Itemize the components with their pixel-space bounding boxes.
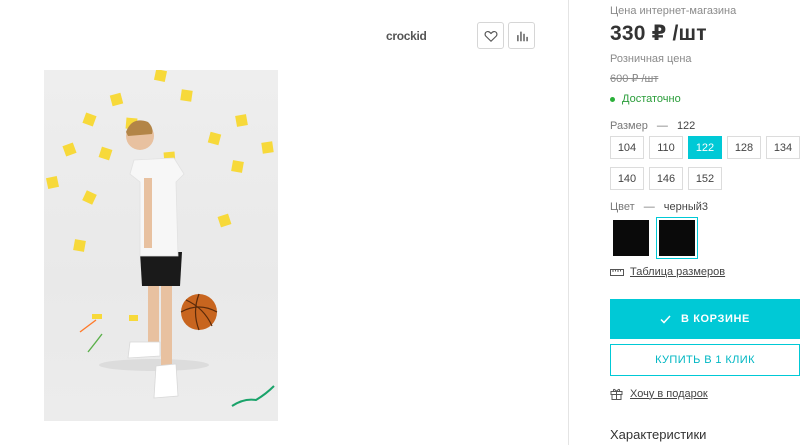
size-option[interactable]: 110 bbox=[649, 136, 683, 159]
panel-divider bbox=[568, 0, 569, 445]
swatch-fill bbox=[613, 220, 649, 256]
color-label: Цвет bbox=[610, 201, 635, 213]
retail-price-label: Розничная цена bbox=[610, 53, 692, 65]
characteristics-heading[interactable]: Характеристики bbox=[610, 427, 706, 442]
product-photo[interactable] bbox=[44, 70, 278, 421]
size-table-link[interactable]: Таблица размеров bbox=[610, 266, 725, 278]
in-stock-dot-icon bbox=[610, 96, 615, 102]
product-illustration bbox=[79, 120, 275, 407]
selected-size: 122 bbox=[676, 120, 696, 132]
color-separator: — bbox=[643, 201, 655, 213]
availability-status: Достаточно bbox=[610, 93, 681, 105]
color-swatch-selected[interactable] bbox=[656, 217, 698, 259]
heart-icon bbox=[484, 30, 497, 42]
favorite-button[interactable] bbox=[477, 22, 504, 49]
online-price: 330 ₽ /шт bbox=[610, 22, 707, 45]
retail-price: 600 ₽ /шт bbox=[610, 73, 659, 85]
availability-text: Достаточно bbox=[622, 93, 681, 105]
size-option[interactable]: 140 bbox=[610, 167, 644, 190]
color-swatch[interactable] bbox=[610, 217, 652, 259]
size-option[interactable]: 152 bbox=[688, 167, 722, 190]
buy-one-click-label: КУПИТЬ В 1 КЛИК bbox=[655, 354, 755, 366]
product-gallery: crockid bbox=[0, 0, 568, 445]
compare-button[interactable] bbox=[508, 22, 535, 49]
add-to-cart-label: В КОРЗИНЕ bbox=[681, 313, 750, 325]
swatch-fill bbox=[659, 220, 695, 256]
brand-logo: crockid bbox=[386, 29, 427, 43]
gift-wish-link[interactable]: Хочу в подарок bbox=[610, 387, 708, 400]
selected-color: черный3 bbox=[663, 201, 708, 213]
buy-one-click-button[interactable]: КУПИТЬ В 1 КЛИК bbox=[610, 344, 800, 376]
size-table-label: Таблица размеров bbox=[630, 266, 726, 278]
size-option[interactable]: 104 bbox=[610, 136, 644, 159]
add-to-cart-button[interactable]: В КОРЗИНЕ bbox=[610, 299, 800, 339]
size-label-row: Размер — 122 bbox=[610, 120, 695, 132]
online-price-label: Цена интернет-магазина bbox=[610, 5, 737, 17]
size-label: Размер bbox=[610, 120, 648, 132]
bar-chart-icon bbox=[516, 31, 528, 41]
check-icon bbox=[660, 314, 671, 324]
product-purchase-panel: Цена интернет-магазина 330 ₽ /шт Розничн… bbox=[610, 0, 800, 445]
size-option-selected[interactable]: 122 bbox=[688, 136, 722, 159]
gift-wish-label: Хочу в подарок bbox=[630, 387, 708, 400]
size-option[interactable]: 134 bbox=[766, 136, 800, 159]
size-separator: — bbox=[656, 120, 668, 132]
ruler-icon bbox=[610, 269, 624, 276]
color-label-row: Цвет — черный3 bbox=[610, 201, 708, 213]
brand-name: crockid bbox=[386, 29, 427, 43]
gift-icon bbox=[610, 388, 623, 400]
size-option[interactable]: 128 bbox=[727, 136, 761, 159]
size-option[interactable]: 146 bbox=[649, 167, 683, 190]
